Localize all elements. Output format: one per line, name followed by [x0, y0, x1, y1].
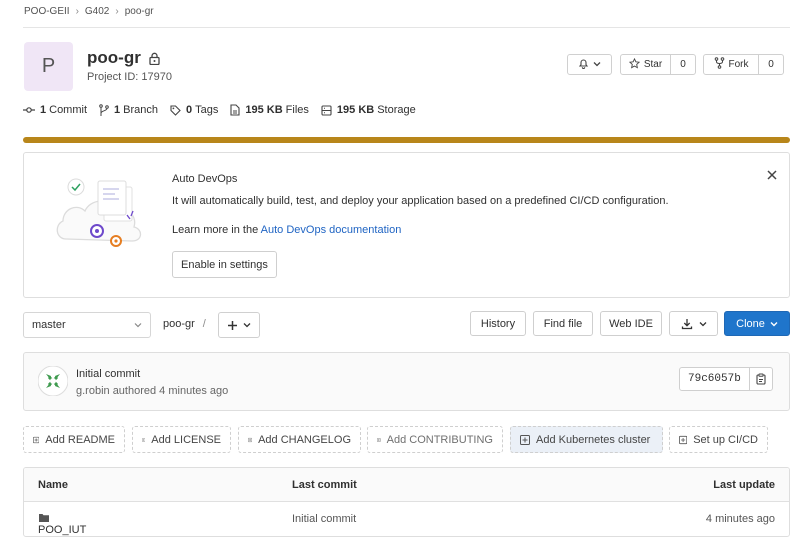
add-changelog-button[interactable]: Add CHANGELOG: [238, 426, 361, 453]
project-stats: 1 Commit 1 Branch 0 Tags 195 KB Files 195 KB…: [23, 104, 428, 116]
plus-icon: [228, 320, 237, 330]
lock-icon: [149, 52, 160, 65]
chevron-down-icon: [593, 59, 601, 70]
last-commit-panel: Initial commit g.robin authored 4 minute…: [23, 352, 790, 411]
auto-devops-banner: Auto DevOps It will automatically build,…: [23, 152, 790, 298]
setup-cicd-button[interactable]: Set up CI/CD: [669, 426, 768, 453]
stat-tags[interactable]: 0 Tags: [170, 104, 218, 116]
project-avatar[interactable]: P: [24, 42, 73, 91]
path-separator: /: [202, 318, 206, 330]
header-last-commit: Last commit: [292, 479, 357, 491]
commit-sha[interactable]: 79c6057b: [680, 368, 750, 390]
plus-square-icon: [248, 437, 253, 442]
table-row[interactable]: POO_IUT Initial commit 4 minutes ago: [24, 502, 789, 536]
clone-dropdown[interactable]: Clone: [724, 311, 790, 336]
breadcrumb-item[interactable]: poo-gr: [125, 6, 154, 17]
tag-icon: [170, 104, 181, 116]
enable-in-settings-button[interactable]: Enable in settings: [172, 251, 277, 278]
devops-title: Auto DevOps: [172, 173, 238, 185]
copy-sha-button[interactable]: [750, 368, 772, 390]
clone-label: Clone: [736, 317, 765, 330]
chevron-right-icon: ›: [115, 5, 119, 17]
project-name: poo-gr: [87, 48, 141, 67]
chevron-down-icon: [243, 323, 251, 328]
fork-button[interactable]: Fork 0: [703, 54, 784, 75]
divider: [23, 27, 790, 28]
branch-name: master: [32, 319, 66, 331]
storage-icon: [321, 104, 332, 116]
folder-icon: [39, 514, 49, 522]
repo-path: poo-gr /: [163, 318, 206, 330]
file-icon: [230, 104, 240, 116]
plus-square-icon: [142, 437, 146, 442]
devops-docs-link[interactable]: Auto DevOps documentation: [261, 224, 402, 236]
add-readme-button[interactable]: Add README: [23, 426, 125, 453]
add-kubernetes-cluster-button[interactable]: Add Kubernetes cluster: [510, 426, 663, 453]
project-id: Project ID: 17970: [87, 71, 172, 83]
devops-description: It will automatically build, test, and d…: [172, 195, 669, 207]
file-table: Name Last commit Last update POO_IUT Ini…: [23, 467, 790, 537]
plus-square-icon: [679, 435, 688, 444]
branch-selector[interactable]: master: [23, 312, 151, 338]
clipboard-icon: [756, 373, 766, 385]
file-name-cell[interactable]: POO_IUT: [38, 513, 86, 536]
header-last-update: Last update: [713, 479, 775, 491]
plus-square-icon: [377, 437, 381, 442]
commit-sha-group: 79c6057b: [679, 367, 773, 391]
chevron-right-icon: ›: [75, 5, 79, 17]
plus-square-icon: [33, 436, 40, 443]
star-label: Star: [643, 59, 663, 70]
star-button[interactable]: Star 0: [620, 54, 696, 75]
stat-branches[interactable]: 1 Branch: [99, 104, 158, 116]
fork-count[interactable]: 0: [759, 59, 783, 70]
path-root[interactable]: poo-gr: [163, 318, 195, 330]
chevron-down-icon: [699, 321, 706, 326]
project-title: poo-gr: [87, 48, 160, 68]
download-dropdown[interactable]: [669, 311, 718, 336]
notification-dropdown[interactable]: [567, 54, 612, 75]
table-header: Name Last commit Last update: [24, 468, 789, 502]
stat-commits[interactable]: 1 Commit: [23, 104, 87, 116]
web-ide-button[interactable]: Web IDE: [600, 311, 662, 336]
fork-label: Fork: [728, 59, 749, 70]
breadcrumb-item[interactable]: POO-GEII: [24, 6, 70, 17]
plus-square-icon: [520, 434, 530, 445]
commit-title[interactable]: Initial commit: [76, 368, 140, 380]
breadcrumb: POO-GEII › G402 › poo-gr: [24, 4, 154, 18]
fork-icon: [714, 57, 725, 72]
add-license-button[interactable]: Add LICENSE: [132, 426, 231, 453]
add-dropdown[interactable]: [218, 312, 260, 338]
chevron-down-icon: [770, 321, 778, 326]
user-avatar[interactable]: [38, 366, 68, 396]
add-contributing-button[interactable]: Add CONTRIBUTING: [367, 426, 503, 453]
download-icon: [681, 318, 692, 329]
file-update-cell: 4 minutes ago: [705, 513, 775, 525]
storage-progress-bar: [23, 137, 790, 143]
stat-storage[interactable]: 195 KB Storage: [321, 104, 416, 116]
star-count[interactable]: 0: [671, 59, 695, 70]
header-name: Name: [38, 479, 68, 491]
bell-icon: [578, 58, 589, 72]
branch-icon: [99, 104, 109, 116]
devops-learn-more: Learn more in the Auto DevOps documentat…: [172, 224, 402, 236]
devops-illustration: [56, 178, 142, 247]
chevron-down-icon: [134, 323, 142, 328]
history-button[interactable]: History: [470, 311, 526, 336]
commit-meta: g.robin authored 4 minutes ago: [76, 385, 229, 397]
file-commit-cell[interactable]: Initial commit: [292, 513, 356, 525]
storage-progress-fill: [23, 137, 790, 143]
close-icon[interactable]: [766, 169, 778, 181]
commit-icon: [23, 107, 35, 113]
star-icon: [628, 57, 640, 72]
find-file-button[interactable]: Find file: [533, 311, 593, 336]
stat-files[interactable]: 195 KB Files: [230, 104, 309, 116]
breadcrumb-item[interactable]: G402: [85, 6, 109, 17]
